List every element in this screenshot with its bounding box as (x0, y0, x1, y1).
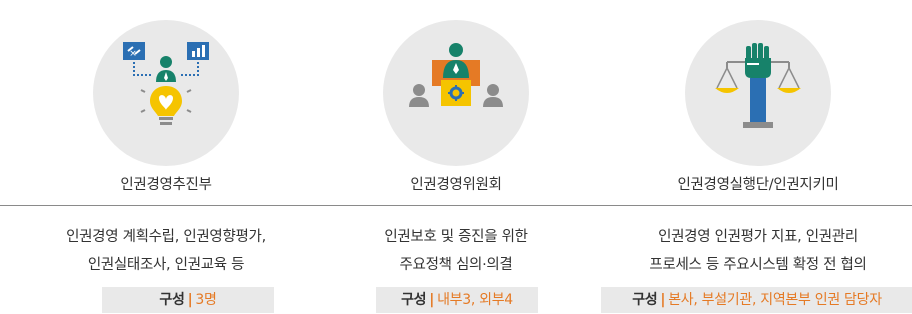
justice-fist-scale-icon (715, 43, 801, 128)
column-description: 인권보호 및 증진을 위한 주요정책 심의·의결 (306, 223, 606, 279)
description-line: 프로세스 등 주요시스템 확정 전 협의 (649, 257, 867, 273)
icon-circle (383, 20, 529, 166)
column-committee: 인권경영위원회 인권보호 및 증진을 위한 주요정책 심의·의결 구성 | 내부3,… (306, 0, 606, 314)
description-line: 인권보호 및 증진을 위한 (384, 229, 528, 245)
column-description: 인권경영 인권평가 지표, 인권관리 프로세스 등 주요시스템 확정 전 협의 (608, 223, 908, 279)
composition-box: 구성 | 내부3, 외부4 (376, 287, 538, 313)
composition-label: 구성 (632, 292, 658, 308)
composition-value: 3명 (195, 292, 217, 308)
team-strategy-lightbulb-icon: × (123, 42, 209, 125)
composition-separator: | (660, 292, 666, 308)
icon-circle: × (93, 20, 239, 166)
committee-meeting-icon (409, 43, 503, 107)
composition-label: 구성 (159, 292, 185, 308)
composition-label: 구성 (401, 292, 427, 308)
composition-box: 구성 | 본사, 부설기관, 지역본부 인권 담당자 (601, 287, 912, 313)
composition-box: 구성 | 3명 (102, 287, 274, 313)
description-line: 인권경영 인권평가 지표, 인권관리 (658, 229, 858, 245)
icon-circle (685, 20, 831, 166)
column-promotion-department: × 인권경영추진부 인권경영 계획수립, 인권영향평가, 인권실태조사, 인권교… (16, 0, 316, 314)
description-line: 인권경영 계획수립, 인권영향평가, (66, 229, 266, 245)
column-title: 인권경영위원회 (410, 177, 502, 193)
composition-separator: | (187, 292, 193, 308)
composition-value: 본사, 부설기관, 지역본부 인권 담당자 (668, 292, 882, 308)
column-execution-group: 인권경영실행단/인권지키미 인권경영 인권평가 지표, 인권관리 프로세스 등 … (601, 0, 912, 314)
column-title: 인권경영실행단/인권지키미 (677, 177, 839, 193)
column-title: 인권경영추진부 (120, 177, 212, 193)
description-line: 인권실태조사, 인권교육 등 (87, 257, 245, 273)
section-divider (0, 205, 912, 206)
description-line: 주요정책 심의·의결 (399, 257, 513, 273)
composition-separator: | (429, 292, 435, 308)
svg-text:×: × (129, 49, 137, 59)
composition-value: 내부3, 외부4 (437, 292, 513, 308)
column-description: 인권경영 계획수립, 인권영향평가, 인권실태조사, 인권교육 등 (16, 223, 316, 279)
